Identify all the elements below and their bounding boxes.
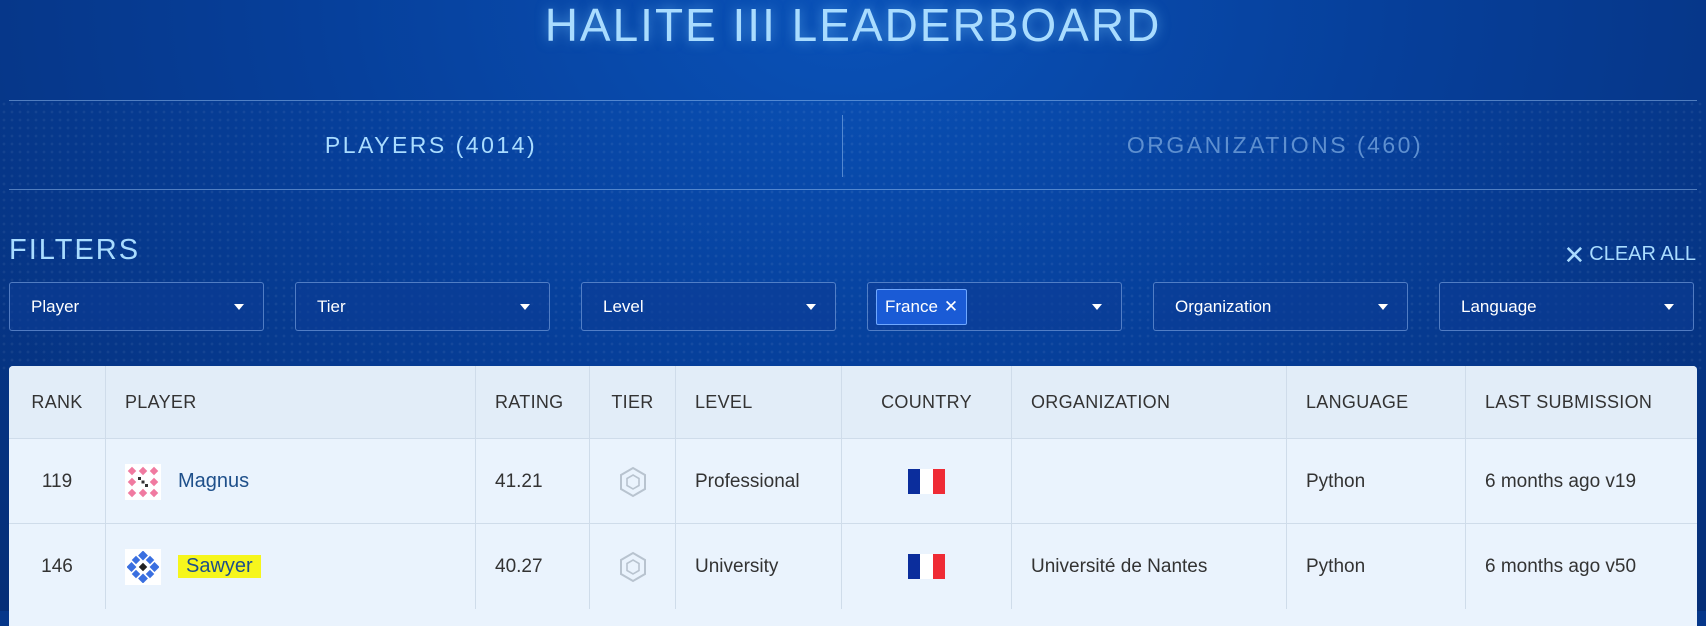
clear-all-label: CLEAR ALL: [1589, 243, 1696, 265]
filters-heading: FILTERS: [9, 234, 141, 266]
player-filter-label: Player: [31, 296, 80, 316]
country-chip-label: France: [885, 296, 938, 316]
tier-filter-label: Tier: [317, 296, 346, 316]
language-filter-label: Language: [1461, 296, 1537, 316]
player-cell: Sawyer: [106, 524, 476, 609]
column-header-language[interactable]: LANGUAGE: [1287, 366, 1466, 438]
player-name-link[interactable]: Magnus: [178, 470, 249, 493]
level-filter-label: Level: [603, 296, 644, 316]
column-header-last-submission[interactable]: LAST SUBMISSION: [1466, 366, 1697, 438]
page-title: HALITE III LEADERBOARD: [544, 0, 1162, 51]
column-header-organization[interactable]: ORGANIZATION: [1012, 366, 1287, 438]
organization-cell: Université de Nantes: [1012, 524, 1287, 609]
close-icon: ✕: [1563, 239, 1586, 270]
tier-badge-icon: [619, 551, 646, 582]
table-row: 146 Sawyer 40.27 University Université d…: [9, 523, 1697, 609]
rating-cell: 41.21: [476, 439, 590, 524]
clear-all-button[interactable]: ✕ CLEAR ALL: [1563, 239, 1696, 270]
column-header-rating[interactable]: RATING: [476, 366, 590, 438]
divider-bottom: [9, 189, 1697, 190]
organization-filter-label: Organization: [1175, 296, 1272, 316]
country-filter-chip[interactable]: France ✕: [876, 288, 968, 325]
last-submission-cell: 6 months ago v19: [1485, 470, 1637, 492]
language-cell: Python: [1287, 524, 1466, 609]
remove-chip-icon[interactable]: ✕: [944, 297, 958, 317]
tab-players[interactable]: PLAYERS (4014): [9, 101, 853, 189]
tier-filter-select[interactable]: Tier: [295, 282, 550, 331]
chevron-down-icon: [806, 304, 816, 310]
rank-cell: 146: [9, 524, 106, 609]
leaderboard-tabs: PLAYERS (4014) ORGANIZATIONS (460): [9, 101, 1697, 189]
chevron-down-icon: [1664, 304, 1674, 310]
level-cell: Professional: [676, 439, 842, 524]
france-flag-icon: [908, 554, 945, 579]
table-header: RANK PLAYER RATING TIER LEVEL COUNTRY OR…: [9, 366, 1697, 438]
leaderboard-table: RANK PLAYER RATING TIER LEVEL COUNTRY OR…: [9, 366, 1697, 626]
column-header-country[interactable]: COUNTRY: [842, 366, 1012, 438]
column-header-tier[interactable]: TIER: [590, 366, 676, 438]
tab-divider: [842, 115, 843, 177]
identicon-icon: [127, 550, 159, 583]
avatar[interactable]: [125, 463, 161, 500]
chevron-down-icon: [234, 304, 244, 310]
rating-cell: 40.27: [476, 524, 590, 609]
chevron-down-icon: [520, 304, 530, 310]
country-filter-select[interactable]: France ✕: [867, 282, 1122, 331]
tier-cell: [590, 439, 676, 524]
identicon-icon: [127, 466, 159, 497]
level-filter-select[interactable]: Level: [581, 282, 836, 331]
player-cell: Magnus: [106, 439, 476, 524]
tier-cell: [590, 524, 676, 609]
avatar[interactable]: [125, 548, 161, 585]
tier-badge-icon: [619, 466, 646, 497]
last-submission-cell: 6 months ago v50: [1485, 555, 1637, 577]
country-cell: [842, 439, 1012, 524]
organization-cell: [1012, 439, 1287, 524]
language-cell: Python: [1287, 439, 1466, 524]
chevron-down-icon: [1092, 304, 1102, 310]
column-header-player[interactable]: PLAYER: [106, 366, 476, 438]
tab-organizations[interactable]: ORGANIZATIONS (460): [853, 101, 1697, 189]
country-cell: [842, 524, 1012, 609]
organization-filter-select[interactable]: Organization: [1153, 282, 1408, 331]
rank-cell: 119: [9, 439, 106, 524]
player-filter-select[interactable]: Player: [9, 282, 264, 331]
column-header-rank[interactable]: RANK: [9, 366, 106, 438]
chevron-down-icon: [1378, 304, 1388, 310]
france-flag-icon: [908, 469, 945, 494]
language-filter-select[interactable]: Language: [1439, 282, 1694, 331]
level-cell: University: [676, 524, 842, 609]
table-row: 119 Magnus 41.21 Professional Python 6 m…: [9, 438, 1697, 524]
player-name-link[interactable]: Sawyer: [178, 555, 261, 578]
column-header-level[interactable]: LEVEL: [676, 366, 842, 438]
